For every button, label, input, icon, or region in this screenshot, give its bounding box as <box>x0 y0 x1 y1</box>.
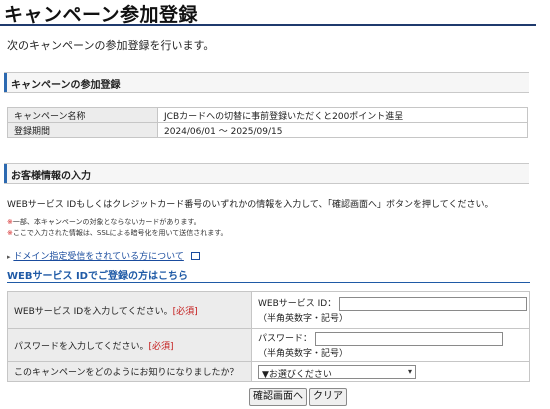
table-row: 登録期間 2024/06/01 ～ 2025/09/15 <box>7 122 528 138</box>
form-buttons: 確認画面へ クリア <box>249 384 349 406</box>
title-divider <box>0 24 536 26</box>
password-field-cell: パスワード： （半角英数字・記号） <box>251 328 530 362</box>
campaign-name-value: JCBカードへの切替に事前登録いただくと200ポイント進呈 <box>157 107 528 123</box>
note-text: ここで入力された情報は、SSLによる暗号化を用いて送信されます。 <box>12 229 228 237</box>
campaign-info-table: キャンペーン名称 JCBカードへの切替に事前登録いただくと200ポイント進呈 登… <box>7 107 528 138</box>
domain-reception-link-row: ▸ ドメイン指定受信をされている方について <box>7 249 200 262</box>
chevron-down-icon: ▾ <box>407 366 412 376</box>
web-id-field-cell: WEBサービス ID： （半角英数字・記号） <box>251 291 530 329</box>
web-id-hint: （半角英数字・記号） <box>258 313 349 324</box>
web-id-section-divider <box>7 282 530 283</box>
password-prompt: パスワードを入力してください。 <box>14 341 149 352</box>
clear-button[interactable]: クリア <box>309 388 347 406</box>
table-row: WEBサービス IDを入力してください。[必須] WEBサービス ID： （半角… <box>7 291 530 329</box>
note-line: ※ここで入力された情報は、SSLによる暗号化を用いて送信されます。 <box>7 228 228 238</box>
password-input[interactable] <box>314 331 503 346</box>
login-form-table: WEBサービス IDを入力してください。[必須] WEBサービス ID： （半角… <box>7 291 530 382</box>
table-row: キャンペーン名称 JCBカードへの切替に事前登録いただくと200ポイント進呈 <box>7 107 528 123</box>
campaign-section-header: キャンペーンの参加登録 <box>4 72 529 93</box>
campaign-section-title: キャンペーンの参加登録 <box>11 80 121 91</box>
source-select[interactable]: ▼お選びください ▾ <box>258 364 416 380</box>
password-row-label: パスワードを入力してください。[必須] <box>7 328 252 362</box>
source-row-label: このキャンペーンをどのようにお知りになりましたか？ <box>7 361 252 382</box>
customer-section-header: お客様情報の入力 <box>4 163 529 184</box>
web-id-input[interactable] <box>339 296 528 311</box>
instruction-text: WEBサービス IDもしくはクレジットカード番号のいずれかの情報を入力して、「確… <box>7 200 494 210</box>
password-hint: （半角英数字・記号） <box>258 348 349 359</box>
source-field-cell: ▼お選びください ▾ <box>251 361 530 382</box>
page-title: キャンペーン参加登録 <box>4 4 199 26</box>
section-accent-bar <box>4 73 7 92</box>
customer-section-title: お客様情報の入力 <box>11 171 91 182</box>
web-id-row-label: WEBサービス IDを入力してください。[必須] <box>7 291 252 329</box>
section-accent-bar <box>4 164 7 183</box>
required-badge: [必須] <box>148 341 174 352</box>
intro-text: 次のキャンペーンの参加登録を行います。 <box>7 39 215 52</box>
campaign-name-label: キャンペーン名称 <box>7 107 158 123</box>
web-id-field-label: WEBサービス ID： <box>258 299 337 310</box>
registration-period-value: 2024/06/01 ～ 2025/09/15 <box>157 122 528 138</box>
password-field-label: パスワード： <box>258 334 313 345</box>
source-select-value: ▼お選びください <box>262 369 332 380</box>
campaign-registration-page: キャンペーン参加登録 次のキャンペーンの参加登録を行います。 キャンペーンの参加… <box>0 0 550 409</box>
triangle-bullet-icon: ▸ <box>7 253 11 261</box>
required-badge: [必須] <box>172 306 198 317</box>
registration-period-label: 登録期間 <box>7 122 158 138</box>
confirm-button[interactable]: 確認画面へ <box>249 388 307 406</box>
external-window-icon <box>190 252 200 260</box>
web-id-prompt: WEBサービス IDを入力してください。 <box>14 306 173 317</box>
domain-reception-link[interactable]: ドメイン指定受信をされている方について <box>13 252 183 262</box>
table-row: このキャンペーンをどのようにお知りになりましたか？ ▼お選びください ▾ <box>7 361 530 382</box>
note-line: ※一部、本キャンペーンの対象とならないカードがあります。 <box>7 217 201 227</box>
note-text: 一部、本キャンペーンの対象とならないカードがあります。 <box>12 218 201 226</box>
web-id-section-title: WEBサービス IDでご登録の方はこちら <box>7 271 188 282</box>
table-row: パスワードを入力してください。[必須] パスワード： （半角英数字・記号） <box>7 328 530 362</box>
